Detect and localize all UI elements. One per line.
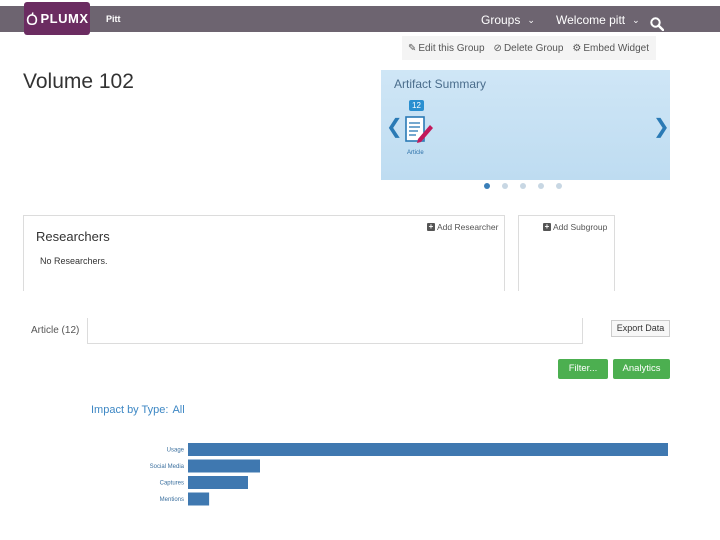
impact-label: Impact by Type: (91, 404, 169, 416)
bar[interactable] (188, 459, 260, 473)
delete-group-button[interactable]: ⊘ Delete Group (494, 43, 564, 54)
edit-icon: ✎ (408, 42, 417, 54)
tab-article[interactable]: Article (12) (25, 318, 87, 343)
article-count-badge: 12 (409, 100, 424, 111)
bar[interactable] (188, 492, 210, 506)
chevron-down-icon: ⌄ (632, 14, 640, 25)
add-subgroup-label: Add Subgroup (553, 222, 608, 232)
impact-type-selector[interactable]: All (172, 404, 184, 416)
article-icon[interactable] (404, 115, 434, 152)
user-menu[interactable]: Welcome pitt ⌄ (556, 13, 640, 27)
embed-widget-label: Embed Widget (583, 42, 649, 54)
user-menu-label: Welcome pitt (556, 13, 626, 27)
carousel-dot[interactable] (484, 183, 490, 189)
plumx-logo[interactable]: PLUMX (24, 2, 90, 35)
groups-menu[interactable]: Groups ⌄ (481, 13, 535, 27)
embed-widget-button[interactable]: ⚙ Embed Widget (572, 43, 649, 54)
edit-group-label: Edit this Group (418, 42, 485, 54)
subgroups-panel: + Add Subgroup (518, 215, 615, 291)
bar-label: Usage (167, 448, 185, 454)
analytics-button[interactable]: Analytics (613, 359, 670, 379)
add-subgroup-button[interactable]: + Add Subgroup (543, 222, 607, 232)
bar-label: Mentions (160, 497, 184, 503)
impact-by-type: Impact by Type: All (91, 404, 185, 416)
page-title: Volume 102 (23, 70, 134, 93)
delete-group-label: Delete Group (503, 42, 564, 54)
top-nav-bar: Pitt Groups ⌄ Welcome pitt ⌄ (0, 6, 720, 32)
ban-icon: ⊘ (493, 42, 502, 54)
tenant-name: Pitt (106, 14, 121, 24)
groups-menu-label: Groups (481, 13, 521, 27)
gear-icon: ⚙ (572, 42, 582, 54)
group-actions: ✎ Edit this Group ⊘ Delete Group ⚙ Embed Wi… (402, 36, 656, 60)
plum-icon (26, 11, 37, 25)
artifact-summary-panel: Artifact Summary ❮ ❯ 12 Article (381, 70, 670, 180)
artifact-summary-title: Artifact Summary (394, 77, 487, 91)
carousel-dot[interactable] (520, 183, 526, 189)
carousel-next-icon[interactable]: ❯ (653, 114, 670, 139)
bar-label: Captures (160, 481, 184, 487)
logo-text: PLUMX (40, 11, 89, 26)
bar[interactable] (188, 476, 248, 489)
search-icon[interactable] (650, 17, 665, 36)
export-data-button[interactable]: Export Data (611, 320, 670, 337)
article-label: Article (407, 150, 424, 156)
carousel-dot[interactable] (538, 183, 544, 189)
add-researcher-label: Add Researcher (437, 222, 499, 232)
bar-label: Social Media (150, 464, 185, 470)
carousel-dot[interactable] (502, 183, 508, 189)
artifact-list-area (87, 318, 583, 344)
no-researchers-text: No Researchers. (40, 256, 108, 266)
chevron-down-icon: ⌄ (527, 14, 535, 25)
carousel-dots (484, 183, 562, 189)
plus-icon: + (543, 222, 551, 231)
add-researcher-button[interactable]: + Add Researcher (427, 222, 498, 232)
impact-bar-chart: Usage Social Media Captures Mentions (150, 443, 668, 506)
filter-button[interactable]: Filter... (558, 359, 608, 379)
bar[interactable] (188, 443, 668, 456)
researchers-panel: + Add Researcher Researchers No Research… (23, 215, 505, 291)
carousel-prev-icon[interactable]: ❮ (386, 114, 403, 139)
researchers-title: Researchers (36, 229, 110, 244)
carousel-dot[interactable] (556, 183, 562, 189)
plus-icon: + (427, 222, 435, 231)
edit-group-button[interactable]: ✎ Edit this Group (408, 43, 485, 54)
